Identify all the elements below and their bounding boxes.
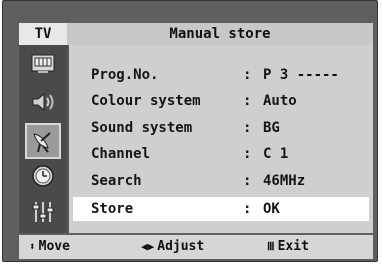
row-label: Search <box>91 173 142 189</box>
channel-antenna-icon[interactable] <box>25 123 61 159</box>
row-value: P 3 ----- <box>263 67 339 83</box>
move-label: Move <box>38 239 70 254</box>
row-label: Sound system <box>91 120 193 136</box>
source-label: TV <box>19 23 67 46</box>
store-row[interactable]: Store : OK <box>73 197 369 221</box>
menu-title: Manual store <box>67 23 373 46</box>
setup-sliders-icon[interactable] <box>28 197 58 227</box>
row-colon: : <box>243 120 252 136</box>
colour-system-row[interactable]: Colour system : Auto <box>81 89 369 113</box>
row-colon: : <box>243 201 252 217</box>
row-colon: : <box>243 146 252 162</box>
row-label: Store <box>91 201 134 217</box>
row-value: OK <box>263 201 280 217</box>
row-colon: : <box>243 67 252 83</box>
move-hint: ⬍ Move <box>29 235 70 259</box>
menu-content: Prog.No. : P 3 ----- Colour system : Aut… <box>69 45 373 233</box>
row-label: Channel <box>91 146 151 162</box>
row-label: Colour system <box>91 93 201 109</box>
sound-system-row[interactable]: Sound system : BG <box>81 116 369 140</box>
search-row[interactable]: Search : 46MHz <box>81 169 369 193</box>
category-sidebar <box>19 45 69 233</box>
exit-label: Exit <box>277 239 309 254</box>
adjust-label: Adjust <box>157 239 205 254</box>
menu-icon: Ⅲ <box>267 240 275 253</box>
time-clock-icon[interactable] <box>28 161 58 191</box>
row-colon: : <box>243 93 252 109</box>
adjust-hint: ◀▶ Adjust <box>141 235 204 259</box>
row-value: BG <box>263 120 280 136</box>
row-value: Auto <box>263 93 297 109</box>
channel-row[interactable]: Channel : C 1 <box>81 142 369 166</box>
row-label: Prog.No. <box>91 67 159 83</box>
left-right-arrows-icon: ◀▶ <box>141 240 155 253</box>
row-value: C 1 <box>263 146 289 162</box>
picture-icon[interactable] <box>28 49 58 79</box>
row-colon: : <box>243 173 252 189</box>
osd-menu-window: TV Manual store Prog.No. : P 3 ----- Col… <box>2 0 378 262</box>
key-guide: ⬍ Move ◀▶ Adjust Ⅲ Exit <box>19 235 373 259</box>
row-value: 46MHz <box>263 173 306 189</box>
sound-icon[interactable] <box>28 87 58 117</box>
up-down-arrows-icon: ⬍ <box>29 240 36 253</box>
prog-no-row[interactable]: Prog.No. : P 3 ----- <box>81 63 369 87</box>
exit-hint: Ⅲ Exit <box>267 235 309 259</box>
